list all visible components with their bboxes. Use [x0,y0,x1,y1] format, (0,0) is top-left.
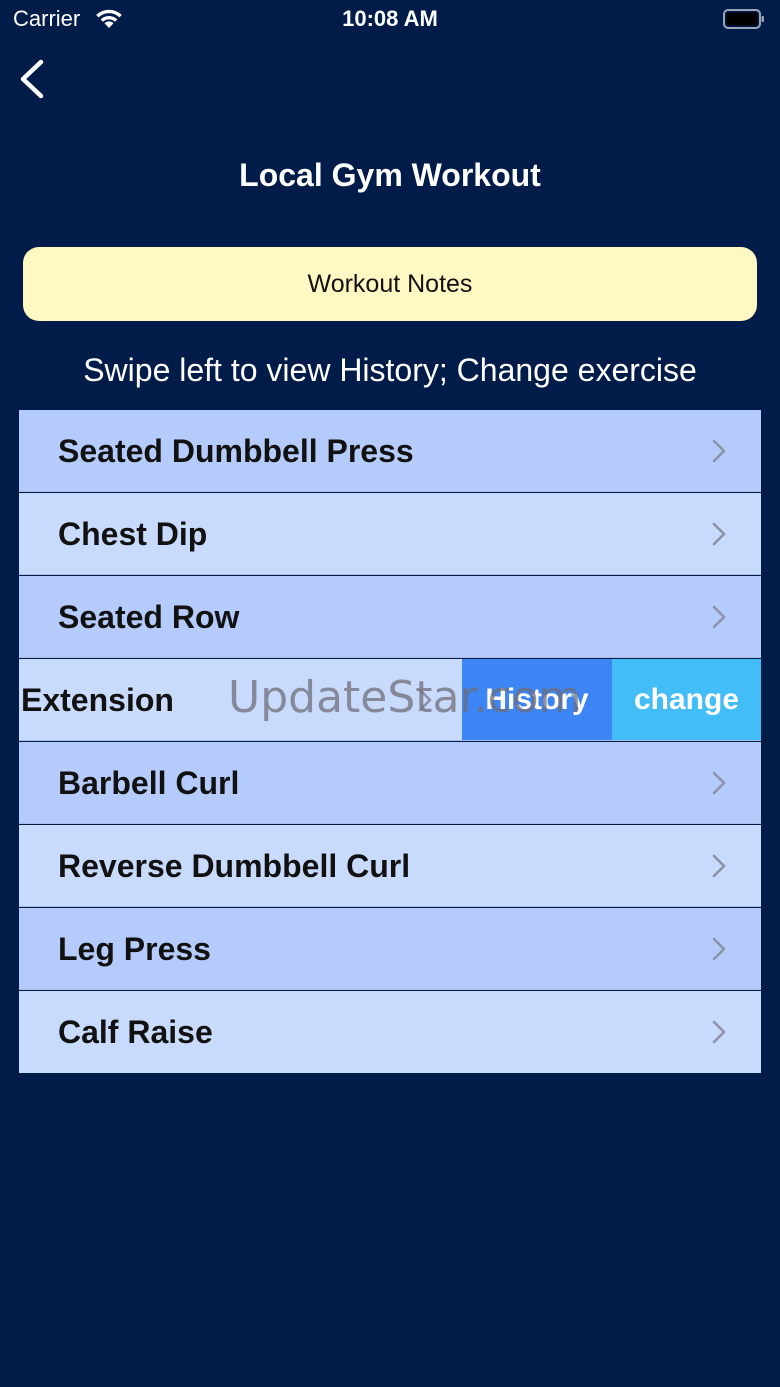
workout-notes-button[interactable]: Workout Notes [23,247,757,321]
exercise-row[interactable]: Barbell Curl [19,742,761,824]
exercise-name: Reverse Dumbbell Curl [58,848,411,884]
chevron-right-icon [712,771,726,795]
exercise-row[interactable]: Seated Dumbbell Press [19,410,761,492]
exercise-name: Seated Row [58,599,240,635]
exercise-name: Calf Raise [58,1014,213,1050]
chevron-right-icon [712,854,726,878]
chevron-left-icon [20,59,44,99]
battery-full-icon [723,9,764,29]
history-action-button[interactable]: History [462,659,612,740]
exercise-name: Chest Dip [58,516,208,552]
exercise-list[interactable]: Seated Dumbbell Press Chest Dip Seated R… [19,410,761,1073]
chevron-right-icon [712,522,726,546]
chevron-right-icon [418,688,432,712]
exercise-row-swiped[interactable]: Extension History change [19,659,761,741]
back-button[interactable] [14,56,54,102]
exercise-row[interactable]: Leg Press [19,908,761,990]
change-action-button[interactable]: change [612,659,761,740]
chevron-right-icon [712,439,726,463]
page-title: Local Gym Workout [239,157,541,193]
exercise-name: Extension [21,682,174,718]
exercise-row[interactable]: Reverse Dumbbell Curl [19,825,761,907]
chevron-right-icon [712,605,726,629]
swipe-hint: Swipe left to view History; Change exerc… [83,352,697,388]
chevron-right-icon [712,937,726,961]
exercise-name: Leg Press [58,931,211,967]
exercise-row[interactable]: Calf Raise [19,991,761,1073]
status-time: 10:08 AM [342,6,438,31]
chevron-right-icon [712,1020,726,1044]
exercise-name: Barbell Curl [58,765,240,801]
exercise-name: Seated Dumbbell Press [58,433,414,469]
exercise-row[interactable]: Chest Dip [19,493,761,575]
status-bar: Carrier 10:08 AM [0,0,780,40]
exercise-row[interactable]: Seated Row [19,576,761,658]
